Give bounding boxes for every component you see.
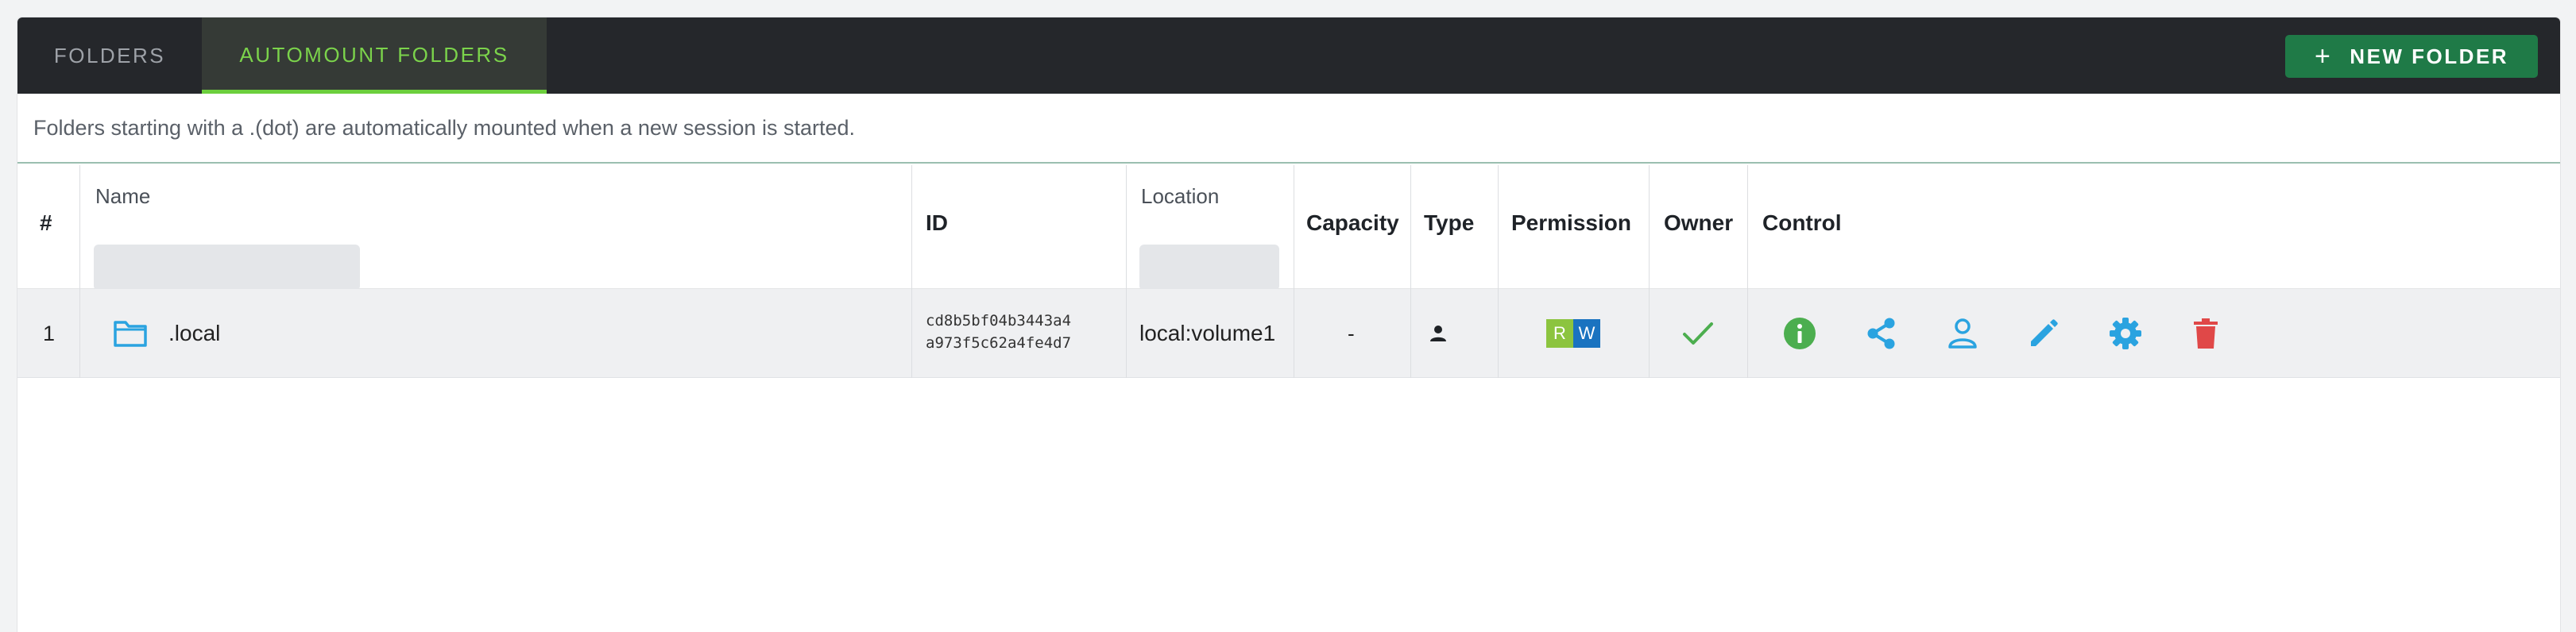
folder-icon bbox=[113, 289, 148, 378]
column-location[interactable]: Location bbox=[1141, 184, 1219, 209]
folder-location: local:volume1 bbox=[1139, 321, 1276, 345]
tab-folders[interactable]: FOLDERS bbox=[17, 17, 202, 94]
table-row[interactable] bbox=[17, 289, 2560, 378]
permission-read: R bbox=[1546, 319, 1573, 348]
location-filter-input[interactable] bbox=[1139, 245, 1279, 291]
folder-id-line-2: a973f5c62a4fe4d7 bbox=[926, 334, 1072, 352]
table-header: # Name ID Location Capacity Type Permiss… bbox=[17, 165, 2560, 291]
new-folder-label: NEW FOLDER bbox=[2350, 44, 2509, 68]
column-name[interactable]: Name bbox=[95, 184, 150, 209]
column-divider bbox=[911, 165, 912, 378]
column-index: # bbox=[40, 210, 52, 235]
column-divider bbox=[1410, 165, 1411, 378]
user-type-icon bbox=[1429, 289, 1448, 378]
folder-id-line-1: cd8b5bf04b3443a4 bbox=[926, 312, 1072, 329]
column-capacity[interactable]: Capacity bbox=[1306, 210, 1399, 236]
column-control: Control bbox=[1762, 210, 1842, 235]
folder-id: cd8b5bf04b3443a4 a973f5c62a4fe4d7 bbox=[926, 310, 1071, 354]
column-owner[interactable]: Owner bbox=[1664, 210, 1733, 236]
plus-icon: + bbox=[2314, 41, 2333, 71]
column-divider bbox=[1498, 165, 1499, 378]
permission-badge: R W bbox=[1546, 289, 1600, 378]
column-divider bbox=[1649, 165, 1650, 378]
permission-write: W bbox=[1573, 319, 1600, 348]
column-type[interactable]: Type bbox=[1424, 210, 1474, 236]
column-divider bbox=[1747, 165, 1748, 378]
automount-notice: Folders starting with a .(dot) are autom… bbox=[17, 94, 2560, 164]
folder-capacity: - bbox=[1348, 321, 1355, 345]
settings-icon[interactable] bbox=[2105, 313, 2146, 354]
column-divider bbox=[79, 165, 80, 378]
delete-icon[interactable] bbox=[2185, 313, 2226, 354]
share-icon[interactable] bbox=[1861, 313, 1902, 354]
folder-name-link[interactable]: .local bbox=[168, 289, 220, 378]
column-divider bbox=[1126, 165, 1127, 378]
column-permission[interactable]: Permission bbox=[1511, 210, 1631, 236]
new-folder-button[interactable]: + NEW FOLDER bbox=[2285, 35, 2538, 78]
edit-icon[interactable] bbox=[2023, 313, 2064, 354]
row-index: 1 bbox=[43, 321, 56, 345]
name-filter-input[interactable] bbox=[94, 245, 360, 291]
info-icon[interactable] bbox=[1779, 313, 1820, 354]
tab-bar: FOLDERS AUTOMOUNT FOLDERS + NEW FOLDER bbox=[17, 17, 2560, 94]
column-id[interactable]: ID bbox=[926, 210, 948, 236]
user-icon[interactable] bbox=[1942, 313, 1983, 354]
check-icon bbox=[1681, 289, 1715, 378]
tab-automount-folders[interactable]: AUTOMOUNT FOLDERS bbox=[202, 17, 547, 94]
folders-panel: FOLDERS AUTOMOUNT FOLDERS + NEW FOLDER F… bbox=[17, 17, 2560, 632]
